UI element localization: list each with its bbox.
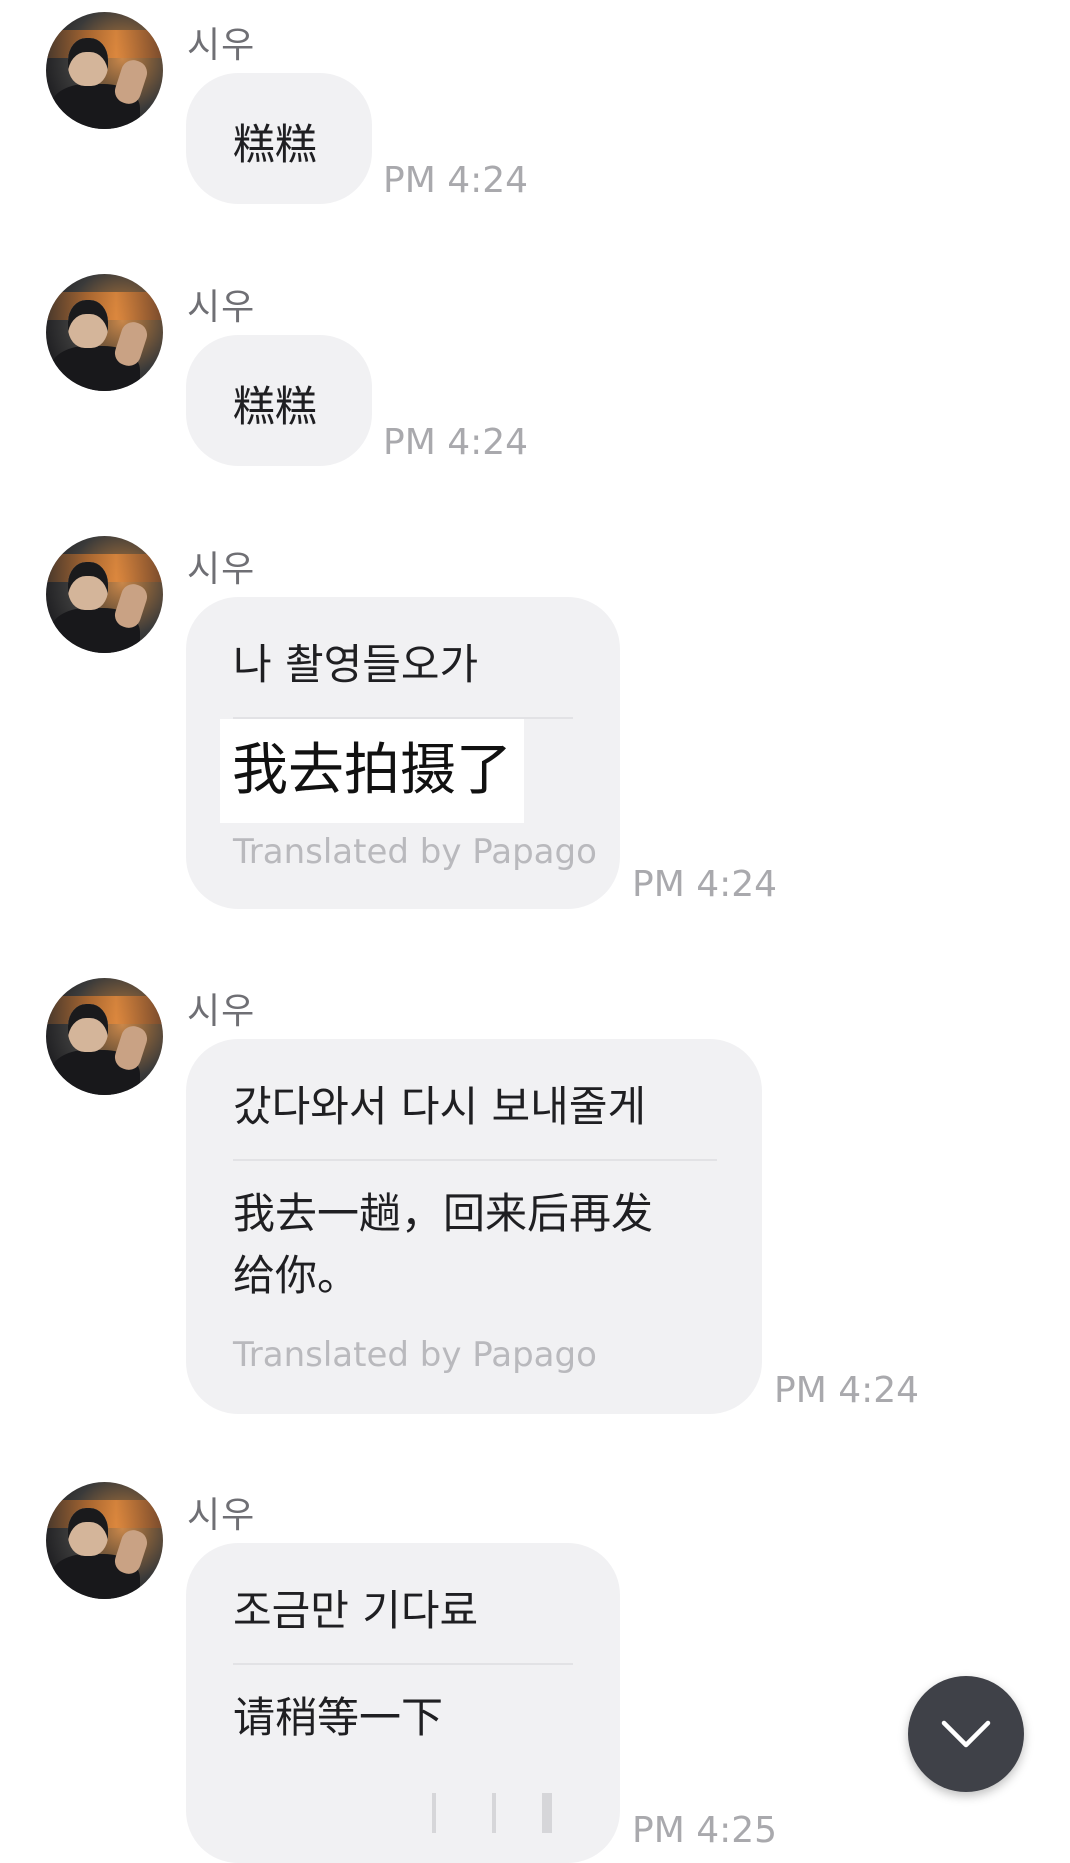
message-row: 시우 糕糕 PM 4:24 bbox=[0, 262, 1070, 492]
sender-avatar[interactable] bbox=[46, 1482, 163, 1599]
scroll-to-bottom-button[interactable] bbox=[908, 1676, 1024, 1792]
message-time: PM 4:24 bbox=[383, 160, 529, 201]
sender-name: 시우 bbox=[187, 991, 256, 1032]
message-text: 糕糕 bbox=[233, 382, 318, 431]
sender-name: 시우 bbox=[187, 1495, 256, 1536]
translation-divider bbox=[233, 1159, 717, 1161]
message-bubble[interactable]: 糕糕 bbox=[186, 335, 372, 466]
loading-indicator bbox=[432, 1793, 552, 1833]
translation-divider bbox=[233, 1663, 573, 1665]
message-row: 시우 갔다와서 다시 보내줄게 我去一趟，回来后再发 给你。 Translate… bbox=[0, 966, 1070, 1436]
sender-name: 시우 bbox=[187, 25, 256, 66]
message-time: PM 4:25 bbox=[632, 1810, 778, 1851]
message-text: 糕糕 bbox=[233, 120, 318, 169]
sender-avatar[interactable] bbox=[46, 978, 163, 1095]
message-time: PM 4:24 bbox=[383, 422, 529, 463]
sender-name: 시우 bbox=[187, 549, 256, 590]
sender-avatar[interactable] bbox=[46, 274, 163, 391]
sender-name: 시우 bbox=[187, 287, 256, 328]
chevron-down-icon bbox=[941, 1720, 991, 1748]
message-row: 시우 조금만 기다료 请稍等一下 PM 4:25 bbox=[0, 1470, 1070, 1863]
chat-thread: 시우 糕糕 PM 4:24 시우 糕糕 PM 4:24 시우 나 촬영들오가 我… bbox=[0, 0, 1070, 1863]
translation-text: 我去拍摄了 bbox=[220, 719, 524, 823]
translation-line: 我去一趟，回来后再发 bbox=[233, 1189, 654, 1238]
message-bubble[interactable]: 조금만 기다료 请稍等一下 bbox=[186, 1543, 620, 1863]
message-time: PM 4:24 bbox=[632, 864, 778, 905]
translation-text: 请稍等一下 bbox=[233, 1693, 444, 1742]
message-time: PM 4:24 bbox=[774, 1370, 920, 1411]
message-bubble[interactable]: 갔다와서 다시 보내줄게 我去一趟，回来后再发 给你。 Translated b… bbox=[186, 1039, 762, 1414]
message-text: 조금만 기다료 bbox=[233, 1586, 479, 1635]
message-text: 나 촬영들오가 bbox=[233, 640, 479, 689]
message-bubble[interactable]: 糕糕 bbox=[186, 73, 372, 204]
message-row: 시우 糕糕 PM 4:24 bbox=[0, 0, 1070, 230]
message-row: 시우 나 촬영들오가 我去拍摄了 Translated by Papago PM… bbox=[0, 524, 1070, 924]
translation-credit: Translated by Papago bbox=[233, 1335, 597, 1375]
translation-line: 给你。 bbox=[233, 1251, 360, 1300]
translation-credit: Translated by Papago bbox=[233, 832, 597, 872]
message-text: 갔다와서 다시 보내줄게 bbox=[233, 1082, 647, 1131]
message-bubble[interactable]: 나 촬영들오가 我去拍摄了 Translated by Papago bbox=[186, 597, 620, 909]
sender-avatar[interactable] bbox=[46, 12, 163, 129]
sender-avatar[interactable] bbox=[46, 536, 163, 653]
